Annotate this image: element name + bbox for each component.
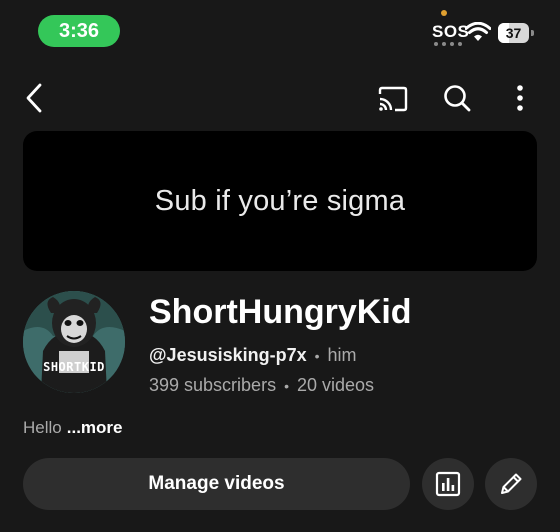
- status-time: 3:36: [38, 15, 120, 47]
- back-icon[interactable]: [16, 80, 52, 116]
- privacy-indicator-dot: [441, 10, 447, 16]
- more-vert-icon[interactable]: [506, 80, 534, 116]
- channel-avatar[interactable]: SHORTKID: [23, 291, 125, 393]
- edit-button[interactable]: [485, 458, 537, 510]
- manage-videos-button[interactable]: Manage videos: [23, 458, 410, 510]
- analytics-button[interactable]: [422, 458, 474, 510]
- description-text: Hello: [23, 418, 62, 437]
- avatar-image: [23, 291, 125, 393]
- signal-dots: [434, 42, 462, 46]
- sos-indicator: SOS: [432, 22, 470, 41]
- description-more-link[interactable]: ...more: [67, 418, 123, 437]
- subscriber-count: 399 subscribers: [149, 375, 277, 395]
- handle-row: @Jesusisking-p7x • him: [149, 345, 357, 366]
- channel-pronouns: him: [327, 345, 357, 365]
- wifi-icon: [465, 22, 491, 41]
- separator-dot: •: [284, 377, 289, 394]
- search-icon[interactable]: [439, 80, 475, 116]
- stats-row: 399 subscribers • 20 videos: [149, 375, 374, 396]
- banner-text: Sub if you’re sigma: [154, 184, 406, 217]
- battery-indicator: 37: [498, 23, 534, 43]
- battery-level-text: 37: [505, 25, 522, 41]
- channel-handle: @Jesusisking-p7x: [149, 345, 307, 365]
- manage-videos-label: Manage videos: [148, 473, 285, 494]
- avatar-label: SHORTKID: [43, 360, 105, 374]
- cast-icon[interactable]: [375, 82, 411, 116]
- analytics-icon: [435, 471, 461, 497]
- channel-description[interactable]: Hello ...more: [23, 418, 123, 438]
- separator-dot: •: [314, 347, 320, 364]
- video-count: 20 videos: [296, 375, 375, 395]
- pencil-icon: [501, 473, 522, 494]
- channel-name: ShortHungryKid: [149, 293, 412, 331]
- channel-banner: Sub if you’re sigma: [23, 131, 537, 271]
